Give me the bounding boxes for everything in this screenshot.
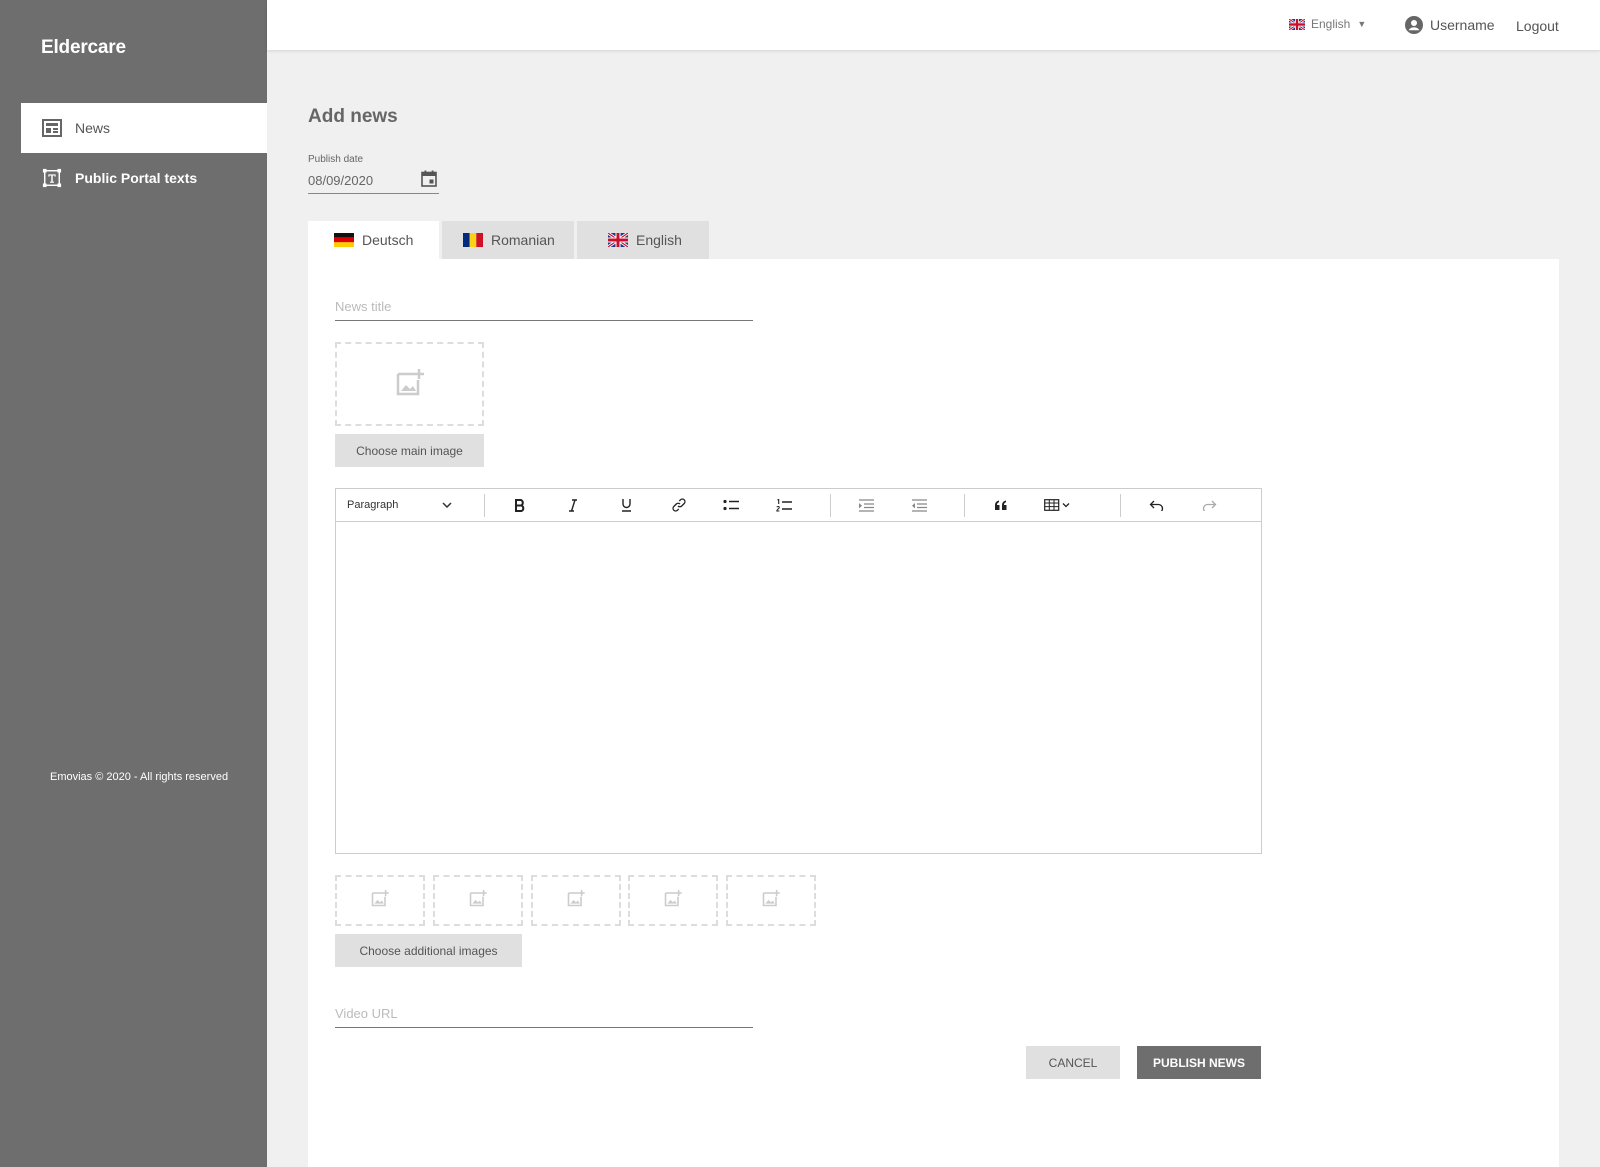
tab-deutsch[interactable]: Deutsch — [308, 221, 439, 259]
language-select[interactable]: English ▼ — [1289, 17, 1366, 31]
tab-romanian[interactable]: Romanian — [442, 221, 574, 259]
user-menu[interactable]: Username — [1405, 16, 1495, 34]
add-image-icon — [663, 888, 683, 913]
publish-date-field[interactable]: Publish date 08/09/2020 — [308, 154, 439, 194]
italic-icon[interactable] — [558, 489, 588, 521]
brand-title: Eldercare — [41, 37, 126, 58]
text-frame-icon — [42, 168, 62, 188]
numbered-list-icon[interactable] — [769, 489, 799, 521]
bulleted-list-icon[interactable] — [716, 489, 746, 521]
insert-table-icon[interactable] — [1038, 489, 1076, 521]
news-icon — [42, 118, 62, 138]
calendar-icon[interactable] — [421, 170, 437, 192]
main-image-dropzone[interactable] — [335, 342, 484, 426]
block-format-label: Paragraph — [347, 499, 399, 511]
chevron-down-icon — [442, 499, 452, 511]
sidebar-item-news[interactable]: News — [21, 103, 267, 153]
add-image-icon — [566, 888, 586, 913]
editor-content-area[interactable] — [336, 522, 1261, 854]
uk-flag-icon — [1289, 18, 1305, 30]
username-label: Username — [1430, 17, 1495, 33]
toolbar-divider — [964, 494, 965, 517]
sidebar-item-label: News — [75, 120, 111, 136]
toolbar-divider — [830, 494, 831, 517]
additional-image-dropzone[interactable] — [628, 875, 718, 926]
publish-date-label: Publish date — [308, 154, 364, 165]
news-title-input[interactable]: News title — [335, 299, 753, 321]
de-flag-icon — [334, 233, 354, 247]
ro-flag-icon — [463, 233, 483, 247]
page-title: Add news — [308, 106, 398, 127]
choose-main-image-button[interactable]: Choose main image — [335, 434, 484, 467]
publish-news-button[interactable]: PUBLISH NEWS — [1137, 1046, 1261, 1079]
redo-icon[interactable] — [1194, 489, 1224, 521]
sidebar-item-label: Public Portal texts — [75, 170, 198, 186]
bold-icon[interactable] — [505, 489, 535, 521]
tab-english[interactable]: English — [577, 221, 709, 259]
uk-flag-icon — [608, 233, 628, 247]
toolbar-divider — [484, 494, 485, 517]
undo-icon[interactable] — [1142, 489, 1172, 521]
add-image-icon — [468, 888, 488, 913]
outdent-icon[interactable] — [904, 489, 934, 521]
caret-down-icon: ▼ — [1357, 19, 1367, 29]
add-image-icon — [761, 888, 781, 913]
toolbar-divider — [1120, 494, 1121, 517]
language-tabs: Deutsch Romanian English — [308, 221, 712, 259]
additional-image-dropzone[interactable] — [335, 875, 425, 926]
language-label: English — [1311, 17, 1351, 31]
cancel-button[interactable]: CANCEL — [1026, 1046, 1120, 1079]
tab-label: Deutsch — [362, 232, 414, 248]
additional-image-dropzone[interactable] — [531, 875, 621, 926]
block-format-select[interactable]: Paragraph — [347, 489, 452, 521]
rich-text-editor[interactable]: Paragraph — [335, 488, 1262, 854]
logout-link[interactable]: Logout — [1516, 18, 1559, 34]
tab-label: English — [636, 232, 682, 248]
link-icon[interactable] — [664, 489, 694, 521]
additional-image-dropzone[interactable] — [726, 875, 816, 926]
tab-label: Romanian — [491, 232, 555, 248]
publish-date-value: 08/09/2020 — [308, 173, 374, 188]
top-bar — [267, 0, 1600, 50]
block-quote-icon[interactable] — [986, 489, 1016, 521]
underline-icon[interactable] — [611, 489, 641, 521]
sidebar-item-public-portal-texts[interactable]: Public Portal texts — [21, 153, 267, 203]
footer-copyright: Emovias © 2020 - All rights reserved — [50, 771, 229, 783]
indent-icon[interactable] — [851, 489, 881, 521]
additional-image-dropzone[interactable] — [433, 875, 523, 926]
choose-additional-images-button[interactable]: Choose additional images — [335, 934, 522, 967]
sidebar: Eldercare News Public Portal texts Emovi… — [0, 0, 267, 1167]
video-url-input[interactable]: Video URL — [335, 1006, 753, 1028]
account-circle-icon — [1405, 16, 1423, 34]
add-image-icon — [370, 888, 390, 913]
editor-toolbar: Paragraph — [336, 489, 1261, 522]
add-image-icon — [394, 366, 426, 403]
